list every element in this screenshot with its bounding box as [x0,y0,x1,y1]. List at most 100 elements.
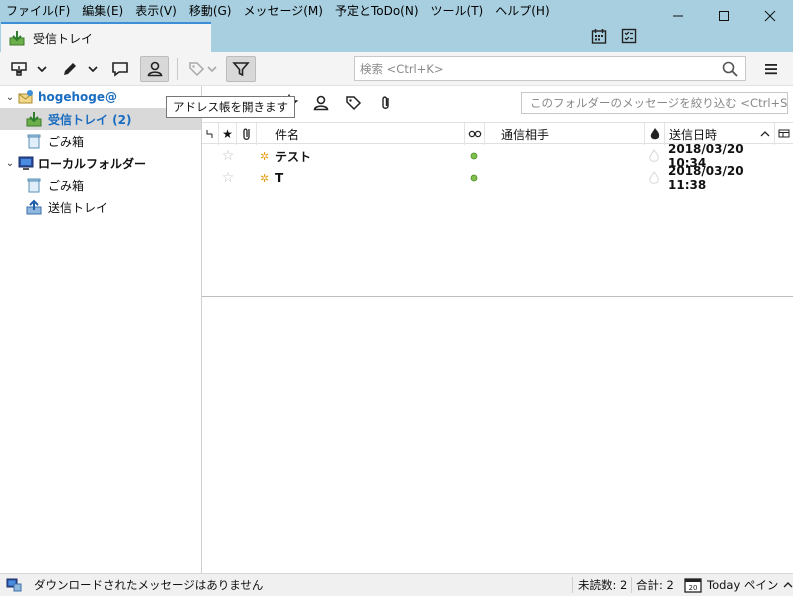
menu-edit[interactable]: 編集(E) [76,2,129,20]
filter-contact-button[interactable] [312,94,330,115]
status-message: ダウンロードされたメッセージはありません [34,578,264,592]
star-toggle-icon[interactable]: ☆ [220,145,236,167]
today-pane-icon: 20 [684,578,702,593]
message-date: 2018/03/20 11:38 [668,164,744,192]
tag-icon [346,96,362,111]
folder-outbox[interactable]: 送信トレイ [0,196,201,218]
filter-tags-button[interactable] [345,94,363,115]
tasks-icon [621,28,637,44]
folder-label: ごみ箱 [48,178,85,193]
chevron-down-icon [88,66,98,73]
search-input[interactable] [360,61,710,76]
total-count: 合計: 2 [636,578,674,592]
menu-help[interactable]: ヘルプ(H) [489,2,555,20]
folder-label: 送信トレイ [48,200,109,215]
divider [572,577,573,593]
star-toggle-icon[interactable]: ☆ [220,167,236,189]
column-picker-icon [778,129,790,138]
minimize-icon [673,15,683,17]
junk-toggle-icon[interactable] [646,145,662,167]
filter-icon [232,62,250,77]
starred-column-header[interactable]: ★ [218,123,236,145]
trash-icon [27,134,41,149]
app-menu-button[interactable] [760,56,782,82]
menu-bar: ファイル(F) 編集(E) 表示(V) 移動(G) メッセージ(M) 予定とTo… [0,2,556,20]
calendar-tab-button[interactable] [591,28,607,47]
unread-dot-icon[interactable] [466,167,482,189]
junk-icon [650,128,659,140]
address-book-icon [147,61,162,77]
read-status-icon [468,130,481,138]
folder-pane: ⌄ hogehoge@ 受信トレイ (2) ごみ箱 ⌄ ローカルフォルダー ごみ… [0,86,202,573]
chevron-down-icon[interactable]: ⌄ [4,92,16,103]
chevron-down-icon[interactable]: ⌄ [4,158,16,169]
inbox-icon [9,31,25,46]
thread-icon [206,130,213,138]
folder-local[interactable]: ⌄ ローカルフォルダー [0,152,201,174]
date-column-label: 送信日時 [669,127,718,142]
close-button[interactable] [747,0,793,32]
tag-icon [189,62,217,77]
correspondent-column-header[interactable]: 通信相手 [484,123,644,145]
menu-message[interactable]: メッセージ(M) [237,2,328,20]
thread-column-header[interactable] [202,123,218,145]
divider [631,577,632,593]
sort-ascending-icon [760,131,770,137]
minimize-button[interactable] [655,0,701,32]
menu-file[interactable]: ファイル(F) [0,2,76,20]
status-bar: ダウンロードされたメッセージはありません 未読数: 2 合計: 2 20 Tod… [0,573,793,596]
close-icon [764,10,776,22]
chevron-up-icon [783,582,793,588]
folder-trash[interactable]: ごみ箱 [0,130,201,152]
read-column-header[interactable] [464,123,484,145]
write-dropdown[interactable] [85,56,101,82]
address-book-button[interactable] [140,56,169,82]
paperclip-icon [382,96,389,109]
calendar-icon [591,29,607,44]
menu-view[interactable]: 表示(V) [129,2,183,20]
new-message-icon: ✲ [260,149,270,163]
tooltip: アドレス帳を開きます [166,96,295,118]
chat-button[interactable] [108,56,132,82]
maximize-button[interactable] [701,0,747,32]
attachment-column-header[interactable] [236,123,256,145]
local-folders-icon [18,156,34,170]
folder-local-trash[interactable]: ごみ箱 [0,174,201,196]
junk-toggle-icon[interactable] [646,167,662,189]
menu-go[interactable]: 移動(G) [183,2,238,20]
outbox-icon [26,199,42,215]
trash-icon [27,178,41,193]
junk-column-header[interactable] [644,123,664,145]
global-search[interactable] [354,56,746,81]
tab-inbox[interactable]: 受信トレイ [1,22,211,52]
message-subject: T [275,171,284,185]
write-button[interactable] [59,56,81,82]
menu-events-tasks[interactable]: 予定とToDo(N) [329,2,425,20]
chat-icon [112,62,128,77]
get-messages-button[interactable] [8,56,30,82]
today-pane-toggle[interactable]: 20 Today ペイン [684,574,793,596]
table-row[interactable]: ☆ ✲ T 2018/03/20 11:38 [202,164,793,192]
inbox-icon [26,112,42,127]
folder-label: hogehoge@ [38,90,118,104]
paperclip-icon [242,128,250,140]
get-messages-dropdown[interactable] [34,56,50,82]
offline-status-button[interactable] [6,574,22,596]
quick-filter-placeholder: このフォルダーのメッセージを絞り込む <Ctrl+Shift [530,96,788,110]
menu-tools[interactable]: ツール(T) [425,2,490,20]
svg-text:20: 20 [689,584,698,592]
quick-filter-search[interactable]: このフォルダーのメッセージを絞り込む <Ctrl+Shift [521,92,788,114]
today-pane-label: Today ペイン [707,578,779,592]
tag-button[interactable] [186,56,220,82]
title-bar: ファイル(F) 編集(E) 表示(V) 移動(G) メッセージ(M) 予定とTo… [0,0,793,52]
folder-label: ごみ箱 [48,134,85,149]
tasks-tab-button[interactable] [621,28,637,47]
search-icon[interactable] [721,60,739,78]
filter-attachment-button[interactable] [377,94,395,115]
message-subject: テスト [275,149,312,164]
get-messages-icon [11,62,27,76]
subject-column-header[interactable]: 件名 [256,123,464,145]
contact-icon [313,95,329,111]
unread-dot-icon[interactable] [466,145,482,167]
quick-filter-button[interactable] [226,56,256,82]
